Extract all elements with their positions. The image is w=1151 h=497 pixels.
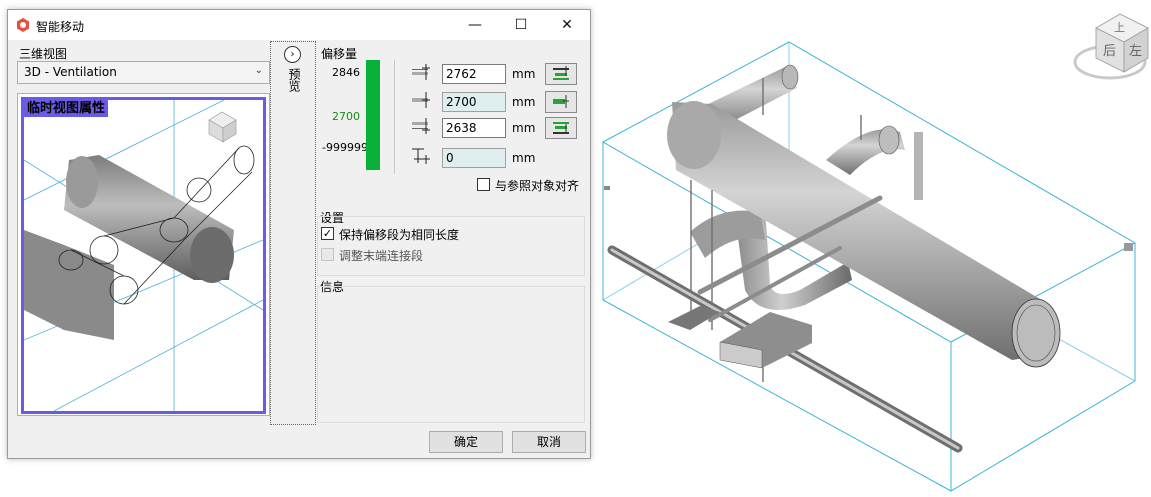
preview-viewport[interactable]: 临时视图属性 bbox=[21, 97, 266, 414]
smart-move-dialog: 智能移动 — ☐ ✕ 三维视图 3D - Ventilation ⌄ 临时视图属… bbox=[7, 9, 591, 459]
divider bbox=[394, 60, 395, 174]
maximize-button[interactable]: ☐ bbox=[498, 10, 544, 40]
offset-level-bar[interactable] bbox=[366, 60, 380, 170]
preview-toggle[interactable]: › 预览 bbox=[270, 41, 316, 425]
adjust-end-segments-label: 调整末端连接段 bbox=[339, 249, 424, 263]
viewcube-left-face: 后 bbox=[1103, 44, 1116, 59]
viewcube[interactable]: 上 后 左 bbox=[1073, 13, 1149, 80]
align-reference-checkbox[interactable] bbox=[477, 178, 490, 191]
ok-button[interactable]: 确定 bbox=[429, 431, 503, 453]
offset-reference-input[interactable]: 0 bbox=[442, 148, 506, 168]
view-select-value: 3D - Ventilation bbox=[24, 65, 117, 79]
offset-reference-icon bbox=[412, 148, 430, 164]
offset-middle-unit: mm bbox=[512, 95, 536, 109]
app-logo-icon bbox=[17, 18, 29, 32]
align-top-button[interactable] bbox=[545, 63, 577, 85]
viewcube-top-face: 上 bbox=[1114, 21, 1125, 34]
align-top-icon bbox=[553, 66, 569, 80]
offset-top-icon bbox=[412, 64, 430, 80]
close-button[interactable]: ✕ bbox=[544, 10, 590, 40]
view-select[interactable]: 3D - Ventilation ⌄ bbox=[17, 61, 270, 84]
offset-group-label: 偏移量 bbox=[321, 47, 358, 61]
offset-middle-icon bbox=[412, 92, 430, 108]
offset-top-input[interactable]: 2762 bbox=[442, 64, 506, 84]
dialog-title: 智能移动 bbox=[36, 20, 85, 34]
chevron-right-icon: › bbox=[284, 46, 301, 63]
equipment-unit[interactable] bbox=[668, 306, 812, 369]
chevron-down-icon: ⌄ bbox=[254, 65, 263, 76]
align-bottom-button[interactable] bbox=[545, 117, 577, 139]
preview-title: 临时视图属性 bbox=[24, 100, 109, 117]
preview-viewcube-icon bbox=[208, 111, 237, 143]
preview-toggle-label: 预览 bbox=[287, 68, 301, 92]
align-reference-label: 与参照对象对齐 bbox=[495, 179, 580, 193]
view-label: 三维视图 bbox=[19, 47, 68, 61]
offset-middle-input[interactable]: 2700 bbox=[442, 92, 506, 112]
preview-panel[interactable]: 临时视图属性 bbox=[17, 93, 270, 416]
viewcube-right-face: 左 bbox=[1129, 44, 1142, 59]
offset-bottom-input[interactable]: 2638 bbox=[442, 118, 506, 138]
adjust-end-segments-checkbox[interactable] bbox=[321, 248, 334, 261]
info-panel bbox=[317, 286, 585, 423]
minimize-button[interactable]: — bbox=[452, 10, 498, 40]
offset-bottom-unit: mm bbox=[512, 121, 536, 135]
title-bar[interactable]: 智能移动 — ☐ ✕ bbox=[8, 10, 590, 40]
align-middle-button[interactable] bbox=[545, 91, 577, 113]
keep-same-length-checkbox[interactable]: ✓ bbox=[321, 227, 334, 240]
keep-same-length-label: 保持偏移段为相同长度 bbox=[339, 228, 460, 242]
offset-scale-top: 2846 bbox=[332, 66, 360, 79]
settings-group bbox=[317, 216, 585, 276]
offset-reference-unit: mm bbox=[512, 151, 536, 165]
align-bottom-icon bbox=[553, 122, 569, 134]
align-middle-icon bbox=[553, 95, 569, 108]
offset-top-unit: mm bbox=[512, 67, 536, 81]
cancel-button[interactable]: 取消 bbox=[512, 431, 586, 453]
vertical-plate bbox=[914, 132, 923, 200]
edge-marker bbox=[1124, 243, 1133, 251]
offset-scale-bottom: -999999 bbox=[322, 141, 368, 154]
preview-3d-drawing bbox=[24, 100, 263, 411]
small-marker bbox=[604, 186, 610, 190]
offset-bottom-icon bbox=[412, 118, 430, 134]
offset-scale-mid: 2700 bbox=[332, 110, 360, 123]
